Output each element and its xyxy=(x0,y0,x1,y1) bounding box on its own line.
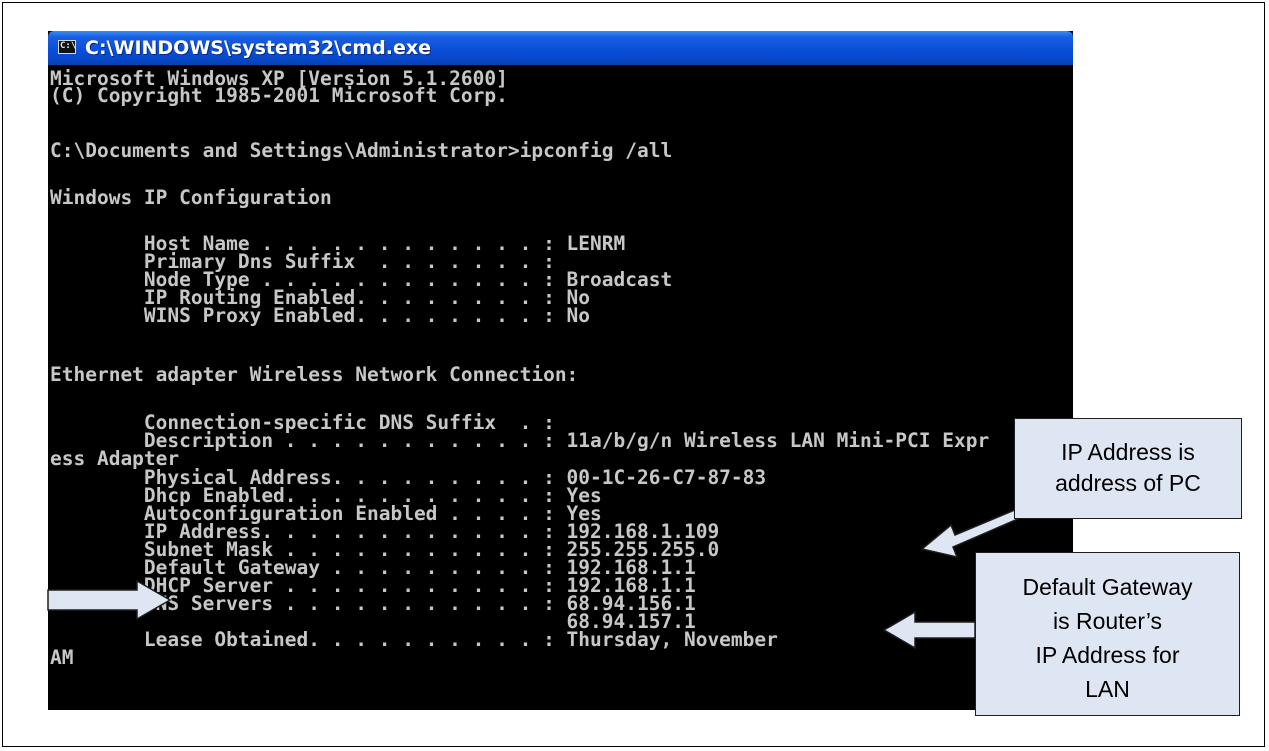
console-line: (C) Copyright 1985-2001 Microsoft Corp. xyxy=(50,84,508,107)
cmd-prompt-icon: C:\ xyxy=(58,40,76,54)
console-line: WINS Proxy Enabled. . . . . . . . : No xyxy=(50,304,591,327)
console-line: Description . . . . . . . . . . . : 11a/… xyxy=(50,429,990,452)
callout-line: address of PC xyxy=(1055,470,1201,496)
callout-line: Default Gateway xyxy=(1022,574,1193,600)
console-line: Windows IP Configuration xyxy=(50,186,332,209)
window-titlebar[interactable]: C:\ C:\WINDOWS\system32\cmd.exe xyxy=(48,31,1073,65)
callout-ip-address: IP Address is address of PC xyxy=(1014,418,1242,519)
callout-line: IP Address for xyxy=(1035,642,1180,668)
callout-default-gateway: Default Gateway is Router’s IP Address f… xyxy=(975,552,1240,716)
callout-line: LAN xyxy=(1085,676,1130,702)
console-line: AM xyxy=(50,646,74,669)
console-line: Ethernet adapter Wireless Network Connec… xyxy=(50,363,579,386)
callout-line: is Router’s xyxy=(1052,608,1163,634)
callout-line: IP Address is xyxy=(1061,439,1195,465)
cmd-prompt-icon-glyph: C:\ xyxy=(60,41,77,51)
console-line: Lease Obtained. . . . . . . . . . : Thur… xyxy=(50,628,778,651)
cmd-window: C:\ C:\WINDOWS\system32\cmd.exe Microsof… xyxy=(48,31,1073,710)
window-title: C:\WINDOWS\system32\cmd.exe xyxy=(85,37,431,59)
console-output[interactable]: Microsoft Windows XP [Version 5.1.2600] … xyxy=(50,67,1073,710)
console-line: C:\Documents and Settings\Administrator>… xyxy=(50,139,673,162)
